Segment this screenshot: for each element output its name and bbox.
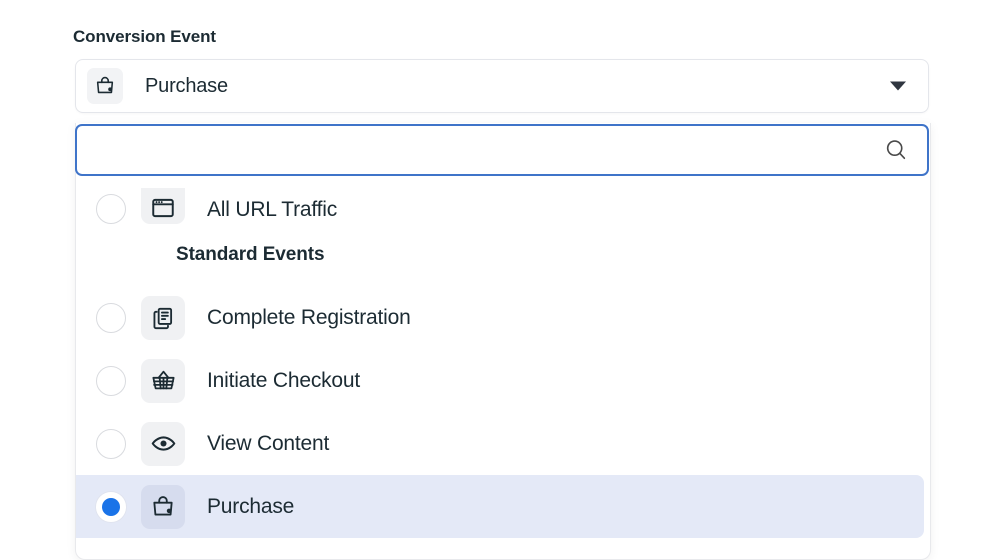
conversion-event-selected-value: Purchase bbox=[145, 74, 228, 97]
list-item-label: View Content bbox=[207, 431, 330, 455]
list-item-label: All URL Traffic bbox=[207, 198, 338, 221]
radio-button[interactable] bbox=[96, 491, 126, 522]
radio-button[interactable] bbox=[96, 302, 126, 333]
shopping-bag-icon bbox=[87, 68, 123, 104]
radio-button[interactable] bbox=[96, 365, 126, 396]
list-item[interactable]: All URL Traffic bbox=[76, 176, 924, 224]
search-input[interactable] bbox=[77, 126, 883, 174]
shopping-basket-icon bbox=[141, 358, 185, 403]
shopping-bag-icon bbox=[141, 484, 185, 529]
list-item[interactable]: Initiate Checkout bbox=[76, 349, 924, 412]
conversion-event-select[interactable]: Purchase bbox=[75, 59, 929, 113]
chevron-down-icon[interactable] bbox=[890, 81, 906, 91]
list-item[interactable]: Complete Registration bbox=[76, 286, 924, 349]
list-item[interactable]: View Content bbox=[76, 412, 924, 475]
radio-button[interactable] bbox=[96, 428, 126, 459]
page-title: Conversion Event bbox=[73, 27, 216, 46]
page-root: Conversion Event Purchase All URL Traffi… bbox=[0, 0, 1000, 560]
browser-window-icon bbox=[141, 188, 185, 224]
list-item-label: Initiate Checkout bbox=[207, 368, 361, 392]
option-group-header: Standard Events bbox=[176, 244, 325, 265]
conversion-event-option-list[interactable]: All URL Traffic Standard Events Complete… bbox=[76, 176, 930, 559]
list-item-label: Complete Registration bbox=[207, 305, 411, 329]
radio-dot bbox=[102, 497, 120, 516]
radio-button[interactable] bbox=[96, 194, 126, 224]
list-item-label: Purchase bbox=[207, 494, 295, 518]
search-icon bbox=[883, 137, 909, 163]
eye-icon bbox=[141, 421, 185, 466]
documents-stack-icon bbox=[141, 295, 185, 340]
conversion-event-dropdown-panel: All URL Traffic Standard Events Complete… bbox=[75, 123, 931, 560]
list-item[interactable]: Purchase bbox=[76, 475, 924, 538]
search-box[interactable] bbox=[75, 124, 929, 176]
